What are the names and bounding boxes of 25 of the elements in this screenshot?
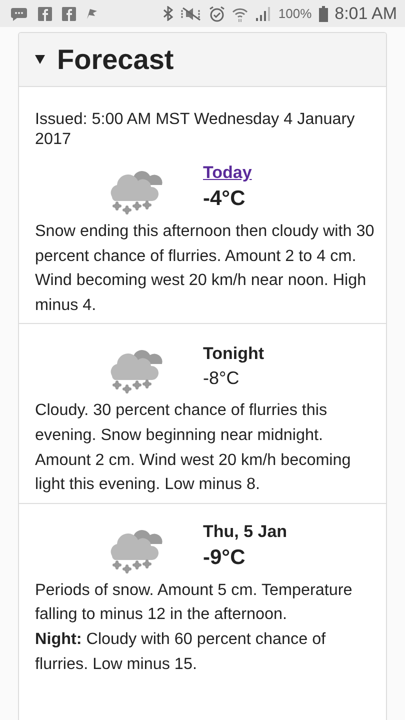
- flag-icon: [86, 8, 98, 20]
- temperature: -4°C: [203, 187, 246, 211]
- section-title: Forecast: [57, 44, 174, 76]
- alarm-icon: [209, 6, 226, 22]
- battery-icon: [318, 6, 328, 22]
- signal-icon: [255, 6, 272, 20]
- facebook-icon: [62, 6, 76, 20]
- period-title: Tonight: [203, 344, 264, 364]
- mute-icon: [180, 6, 202, 20]
- forecast-text: Snow ending this afternoon then cloudy with 30 percent chance of flurries. Amount 2 to 4 cm. Wind becoming west 20 km/h near noon. High minus 4.: [35, 221, 376, 316]
- temperature: -9°C: [203, 546, 246, 570]
- battery-percentage: 100%: [278, 6, 312, 21]
- forecast-header[interactable]: Forecast: [19, 33, 386, 87]
- issued-text: Issued: 5:00 AM MST Wednesday 4 January 2017: [35, 109, 356, 149]
- day-link[interactable]: Today: [203, 163, 252, 183]
- facebook-icon: [38, 6, 52, 20]
- clock-time: 8:01 AM: [334, 4, 397, 24]
- message-icon: [10, 6, 28, 20]
- wifi-icon: [232, 6, 248, 22]
- period-title: Thu, 5 Jan: [203, 522, 288, 542]
- temperature: -8°C: [203, 368, 240, 389]
- forecast-text: Cloudy. 30 percent chance of flurries this evening. Snow beginning near midnight. Amount 2 cm. Wind west 20 km/h becoming light this evening. Low minus 8.: [35, 400, 352, 496]
- forecast-text: Periods of snow. Amount 5 cm. Temperature falling to minus 12 in the afternoon.: [35, 580, 354, 626]
- bluetooth-icon: [163, 6, 174, 21]
- night-forecast-text: Night: Cloudy with 60 percent chance of flurries. Low minus 15.: [35, 628, 327, 675]
